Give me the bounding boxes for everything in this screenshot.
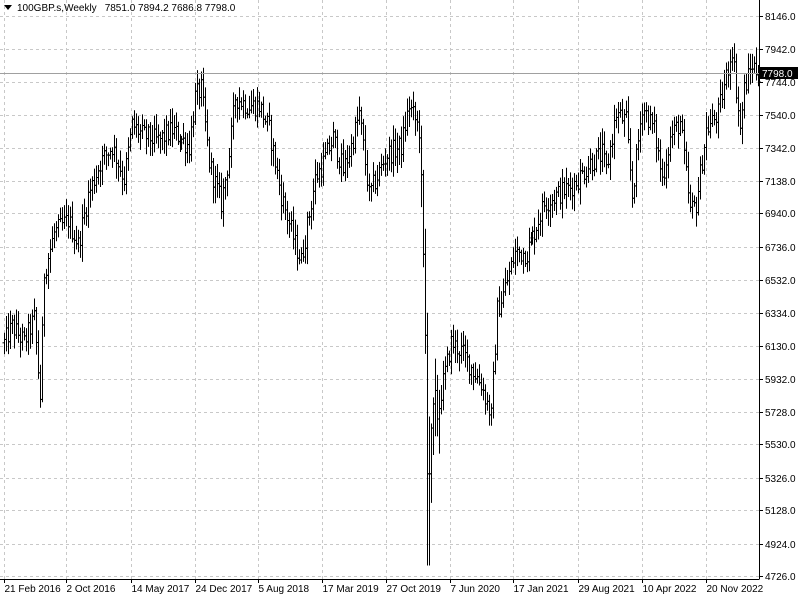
y-tick-label: 5728.0 (765, 408, 796, 419)
y-tick-label: 6532.0 (765, 276, 796, 287)
x-tick-label: 14 May 2017 (132, 584, 190, 595)
x-tick-label: 10 Apr 2022 (643, 584, 697, 595)
y-tick-label: 4924.0 (765, 540, 796, 551)
y-tick-label: 5326.0 (765, 474, 796, 485)
ohlc-values: 7851.0 7894.2 7686.8 7798.0 (104, 3, 236, 14)
y-tick-label: 7342.0 (765, 144, 796, 155)
y-tick-label: 7540.0 (765, 111, 796, 122)
x-tick-label: 5 Aug 2018 (259, 584, 310, 595)
y-tick-label: 6736.0 (765, 243, 796, 254)
y-tick-label: 4726.0 (765, 572, 796, 583)
y-tick-label: 5128.0 (765, 506, 796, 517)
ohlc-bars (2, 43, 761, 566)
y-tick-label: 6130.0 (765, 342, 796, 353)
y-tick-label: 6940.0 (765, 209, 796, 220)
y-tick-label: 8146.0 (765, 12, 796, 23)
chart-canvas[interactable]: 7798.0 8146.0 7942.0 7744.0 7540.0 7342.0 713… (0, 0, 800, 600)
symbol-menu-arrow-icon[interactable] (4, 5, 12, 10)
x-tick-label: 24 Dec 2017 (196, 584, 253, 595)
grid (0, 0, 759, 579)
x-tick-label: 7 Jun 2020 (451, 584, 501, 595)
time-axis: 21 Feb 2016 2 Oct 2016 14 May 2017 24 Dec 2… (4, 579, 764, 595)
y-tick-label: 7942.0 (765, 45, 796, 56)
x-tick-label: 27 Oct 2019 (387, 584, 442, 595)
price-chart[interactable]: 7798.0 8146.0 7942.0 7744.0 7540.0 7342.0 713… (0, 0, 800, 600)
x-tick-label: 2 Oct 2016 (67, 584, 116, 595)
x-tick-label: 21 Feb 2016 (5, 584, 62, 595)
x-tick-label: 29 Aug 2021 (579, 584, 636, 595)
price-axis: 8146.0 7942.0 7744.0 7540.0 7342.0 7138.0 6940… (759, 12, 796, 583)
chart-header: 100GBP.s,Weekly 7851.0 7894.2 7686.8 7798… (4, 3, 235, 14)
y-tick-label: 5932.0 (765, 375, 796, 386)
y-tick-label: 5530.0 (765, 440, 796, 451)
symbol-label: 100GBP.s,Weekly (17, 3, 97, 14)
x-tick-label: 17 Jan 2021 (514, 584, 569, 595)
chart-frame: 7798.0 (0, 0, 798, 580)
x-tick-label: 17 Mar 2019 (323, 584, 380, 595)
x-tick-label: 20 Nov 2022 (707, 584, 764, 595)
y-tick-label: 7138.0 (765, 177, 796, 188)
y-tick-label: 7744.0 (765, 78, 796, 89)
y-tick-label: 6334.0 (765, 309, 796, 320)
